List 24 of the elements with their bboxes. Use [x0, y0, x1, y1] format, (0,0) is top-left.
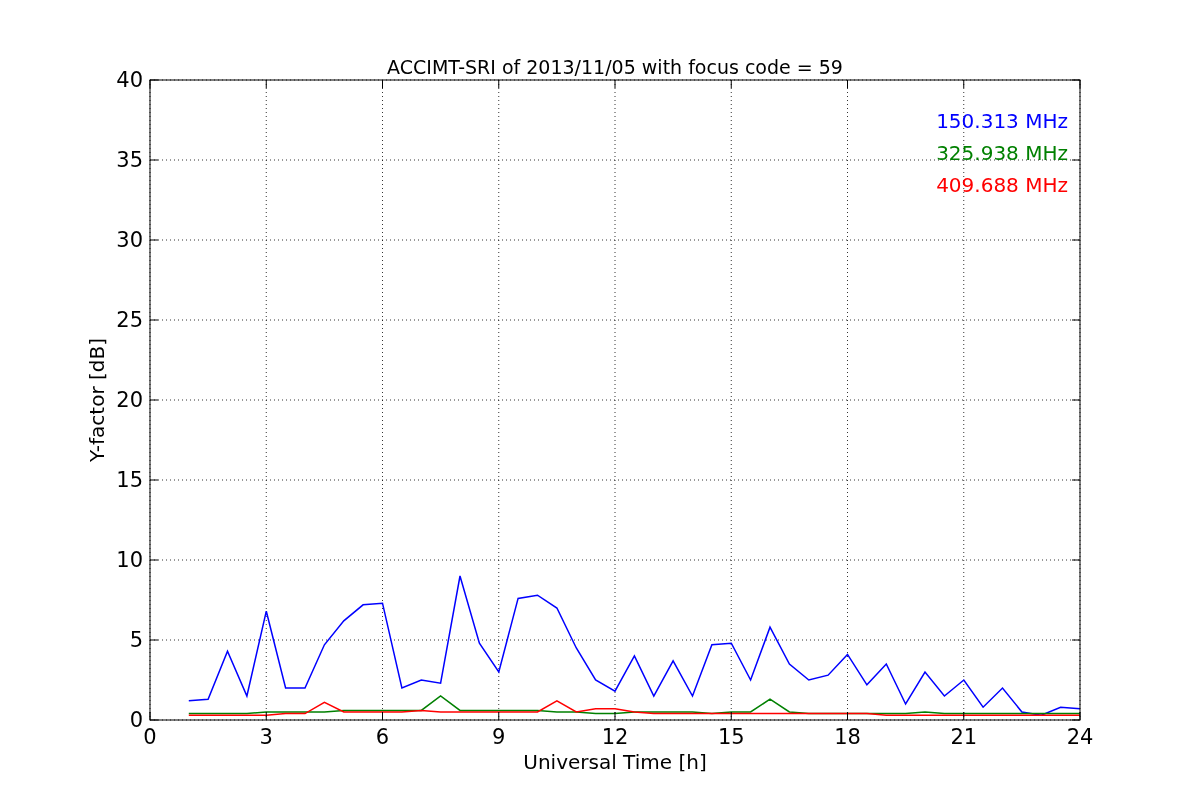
tick-label: 15: [717, 725, 745, 749]
chart-title: ACCIMT-SRI of 2013/11/05 with focus code = 59: [387, 56, 843, 78]
tick-label: 30: [116, 228, 143, 252]
tick-label: 9: [492, 725, 506, 749]
tick-label: 15: [116, 468, 143, 492]
tick-label: 18: [834, 725, 861, 749]
axis-title: Y-factor [dB]: [85, 338, 109, 462]
legend-label: 409.688 MHz: [936, 173, 1068, 197]
tick-label: 0: [129, 708, 143, 732]
tick-label: 5: [129, 628, 143, 652]
tick-label: 12: [601, 725, 629, 749]
legend-label: 325.938 MHz: [936, 141, 1068, 165]
tick-label: 10: [116, 548, 143, 572]
tick-label: 3: [259, 725, 273, 749]
tick-label: 21: [950, 725, 978, 749]
tick-label: 6: [375, 725, 390, 749]
legend-label: 150.313 MHz: [936, 109, 1068, 133]
tick-label: 35: [116, 148, 143, 172]
tick-label: 40: [116, 68, 143, 92]
tick-label: 24: [1066, 725, 1094, 749]
tick-label: 0: [143, 725, 157, 749]
tick-label: 25: [116, 308, 143, 332]
axis-title: Universal Time [h]: [523, 750, 707, 774]
tick-label: 20: [116, 388, 143, 412]
